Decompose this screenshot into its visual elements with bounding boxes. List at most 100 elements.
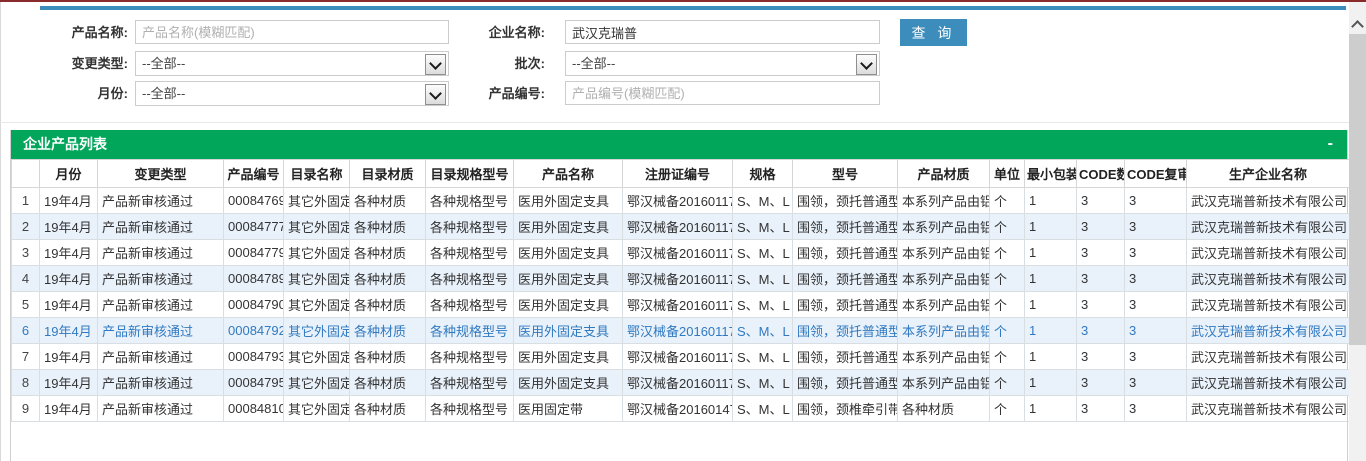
col-header-code-count: CODE数	[1077, 160, 1125, 188]
table-cell: 各种材质	[350, 266, 426, 292]
scroll-up-arrow-icon[interactable]	[1349, 14, 1366, 34]
table-cell: 各种材质	[350, 188, 426, 214]
table-cell: 个	[990, 370, 1025, 396]
col-header-manufacturer: 生产企业名称	[1187, 160, 1350, 188]
table-cell: 鄂汉械备20160147	[623, 396, 733, 422]
collapse-panel-button[interactable]: -	[1328, 130, 1333, 157]
table-cell: 3	[1077, 240, 1125, 266]
table-cell: 鄂汉械备20160117	[623, 318, 733, 344]
table-cell: 个	[990, 240, 1025, 266]
table-cell: 鄂汉械备20160117	[623, 292, 733, 318]
table-cell: 本系列产品由铝合金	[898, 370, 990, 396]
table-cell: 各种规格型号	[426, 396, 514, 422]
table-cell: 19年4月	[40, 344, 98, 370]
batch-select[interactable]: --全部--	[565, 51, 880, 76]
table-cell: 医用外固定支具	[514, 370, 623, 396]
table-cell: 1	[12, 188, 40, 214]
table-cell: 本系列产品由铝合金	[898, 214, 990, 240]
table-cell: S、M、L	[733, 266, 793, 292]
table-cell: 产品新审核通过	[98, 292, 224, 318]
col-header-catalog-spec-model: 目录规格型号	[426, 160, 514, 188]
col-header-product-code: 产品编号	[224, 160, 284, 188]
table-cell: 鄂汉械备20160117	[623, 240, 733, 266]
change-type-select[interactable]: --全部--	[135, 51, 449, 76]
table-cell: 围领，颈托普通型	[793, 188, 898, 214]
table-cell: 19年4月	[40, 318, 98, 344]
table-cell: S、M、L	[733, 292, 793, 318]
table-cell: 围领，颈椎牵引带	[793, 396, 898, 422]
table-cell: 3	[1125, 396, 1187, 422]
table-cell: 00084792	[224, 318, 284, 344]
table-cell: 个	[990, 266, 1025, 292]
table-row[interactable]: 719年4月产品新审核通过00084793其它外固定各种材质各种规格型号医用外固…	[12, 344, 1350, 370]
form-divider-line	[0, 122, 1349, 123]
table-row[interactable]: 519年4月产品新审核通过00084790其它外固定各种材质各种规格型号医用外固…	[12, 292, 1350, 318]
table-row[interactable]: 319年4月产品新审核通过00084779其它外固定各种材质各种规格型号医用外固…	[12, 240, 1350, 266]
table-cell: 其它外固定	[284, 396, 350, 422]
table-cell: 产品新审核通过	[98, 370, 224, 396]
table-cell: 19年4月	[40, 266, 98, 292]
tab-strip-underline	[40, 6, 1346, 10]
table-row[interactable]: 119年4月产品新审核通过00084769其它外固定各种材质各种规格型号医用外固…	[12, 188, 1350, 214]
table-cell: 个	[990, 318, 1025, 344]
col-header-catalog-name: 目录名称	[284, 160, 350, 188]
table-cell: 武汉克瑞普新技术有限公司	[1187, 344, 1350, 370]
product-name-input[interactable]	[135, 20, 449, 44]
table-cell: 其它外固定	[284, 188, 350, 214]
chevron-down-icon[interactable]	[856, 54, 877, 75]
table-row[interactable]: 619年4月产品新审核通过00084792其它外固定各种材质各种规格型号医用外固…	[12, 318, 1350, 344]
col-header-rownum	[12, 160, 40, 188]
table-row[interactable]: 419年4月产品新审核通过00084789其它外固定各种材质各种规格型号医用外固…	[12, 266, 1350, 292]
table-cell: 19年4月	[40, 292, 98, 318]
table-cell: 1	[1025, 240, 1077, 266]
scrollbar-thumb[interactable]	[1349, 34, 1366, 345]
table-cell: 本系列产品由铝合金	[898, 266, 990, 292]
table-cell: 各种材质	[350, 292, 426, 318]
table-cell: 3	[1077, 396, 1125, 422]
table-cell: 医用外固定支具	[514, 292, 623, 318]
table-cell: 3	[1077, 370, 1125, 396]
table-row[interactable]: 919年4月产品新审核通过00084810其它外固定各种材质各种规格型号医用固定…	[12, 396, 1350, 422]
table-cell: 产品新审核通过	[98, 344, 224, 370]
batch-selected-value: --全部--	[572, 56, 615, 71]
table-cell: 产品新审核通过	[98, 214, 224, 240]
table-cell: 19年4月	[40, 370, 98, 396]
table-cell: S、M、L	[733, 240, 793, 266]
table-cell: 个	[990, 214, 1025, 240]
table-row[interactable]: 819年4月产品新审核通过00084795其它外固定各种材质各种规格型号医用外固…	[12, 370, 1350, 396]
table-cell: 8	[12, 370, 40, 396]
table-cell: 各种材质	[350, 344, 426, 370]
table-cell: 各种材质	[350, 214, 426, 240]
table-cell: 3	[1077, 266, 1125, 292]
table-header-row: 月份 变更类型 产品编号 目录名称 目录材质 目录规格型号 产品名称 注册证编号…	[12, 160, 1350, 188]
table-cell: 医用外固定支具	[514, 344, 623, 370]
table-cell: 围领，颈托普通型	[793, 318, 898, 344]
table-cell: 3	[1125, 292, 1187, 318]
table-row[interactable]: 219年4月产品新审核通过00084777其它外固定各种材质各种规格型号医用外固…	[12, 214, 1350, 240]
search-button[interactable]: 查 询	[900, 19, 967, 46]
table-cell: 各种材质	[350, 396, 426, 422]
col-header-change-type: 变更类型	[98, 160, 224, 188]
month-select[interactable]: --全部--	[135, 81, 449, 106]
col-header-model: 型号	[793, 160, 898, 188]
table-cell: 3	[1125, 266, 1187, 292]
company-name-label: 企业名称:	[437, 20, 545, 45]
company-name-input[interactable]	[565, 20, 880, 44]
batch-label: 批次:	[437, 51, 545, 76]
table-cell: 其它外固定	[284, 292, 350, 318]
vertical-scrollbar[interactable]	[1349, 2, 1366, 461]
col-header-catalog-material: 目录材质	[350, 160, 426, 188]
table-cell: 3	[1077, 214, 1125, 240]
table-cell: 个	[990, 396, 1025, 422]
month-label: 月份:	[20, 81, 128, 106]
table-cell: 2	[12, 214, 40, 240]
col-header-month: 月份	[40, 160, 98, 188]
product-code-input[interactable]	[565, 81, 880, 105]
table-cell: 个	[990, 292, 1025, 318]
table-cell: 其它外固定	[284, 344, 350, 370]
table-cell: 各种规格型号	[426, 292, 514, 318]
table-cell: 本系列产品由铝合金	[898, 318, 990, 344]
table-cell: 围领，颈托普通型	[793, 266, 898, 292]
table-cell: 00084810	[224, 396, 284, 422]
table-cell: 围领，颈托普通型	[793, 240, 898, 266]
